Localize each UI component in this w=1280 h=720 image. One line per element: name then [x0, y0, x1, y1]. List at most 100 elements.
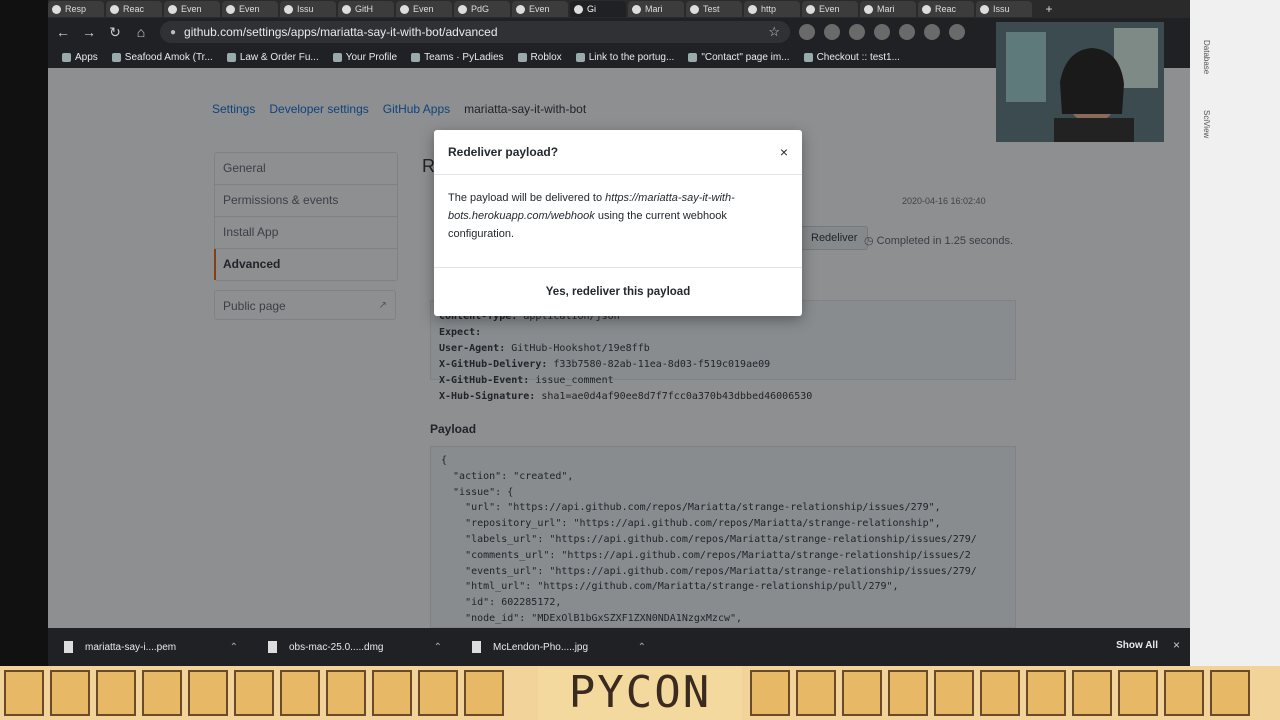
bookmark-item[interactable]: Apps — [62, 52, 98, 63]
file-icon — [64, 641, 73, 653]
chevron-up-icon[interactable]: ⌃ — [230, 642, 238, 653]
reload-button[interactable]: ↻ — [104, 21, 126, 43]
bookmark-icon — [111, 52, 121, 62]
download-item[interactable]: mariatta-say-i....pem ⌃ — [64, 641, 252, 653]
downloads-bar: mariatta-say-i....pem ⌃ obs-mac-25.0....… — [48, 628, 1190, 666]
bookmark-label: Checkout :: test1... — [816, 51, 900, 63]
banner-tile — [280, 670, 320, 716]
download-filename: obs-mac-25.0.....dmg — [289, 641, 384, 653]
github-icon — [806, 4, 815, 14]
extension-icon[interactable] — [899, 24, 915, 40]
browser-tab[interactable]: http — [744, 1, 800, 17]
sciview-panel-tab[interactable]: SciView — [1202, 110, 1211, 138]
new-tab-button[interactable]: + — [1040, 2, 1058, 16]
browser-tab[interactable]: Resp — [48, 1, 104, 17]
url-text[interactable]: github.com/settings/apps/mariatta-say-it… — [184, 25, 768, 39]
bookmark-item[interactable]: Seafood Amok (Tr... — [111, 52, 213, 63]
database-panel-tab[interactable]: Database — [1202, 40, 1211, 74]
dialog-header: Redeliver payload? × — [434, 130, 802, 175]
tab-label: Issu — [297, 4, 314, 14]
pycon-banner: PYCON 2020 — [0, 666, 1280, 720]
browser-tab[interactable]: Even — [396, 1, 452, 17]
browser-tab[interactable]: Issu — [280, 1, 336, 17]
redeliver-dialog: Redeliver payload? × The payload will be… — [434, 130, 802, 316]
banner-tile — [1164, 670, 1204, 716]
browser-tab[interactable]: Even — [512, 1, 568, 17]
bookmark-icon — [517, 52, 527, 62]
home-button[interactable]: ⌂ — [130, 21, 152, 43]
forward-button[interactable]: → — [78, 21, 100, 43]
github-icon — [226, 4, 235, 14]
github-icon — [458, 4, 467, 14]
banner-tile — [1118, 670, 1158, 716]
file-icon — [268, 641, 277, 653]
bookmark-icon — [62, 52, 71, 62]
browser-tab[interactable]: Mari — [628, 1, 684, 17]
banner-tile — [4, 670, 44, 716]
tab-label: http — [761, 4, 777, 14]
github-icon — [110, 4, 119, 14]
extension-icon[interactable] — [799, 24, 815, 40]
bookmark-label: "Contact" page im... — [701, 51, 790, 63]
extension-icon[interactable] — [874, 24, 890, 40]
bookmark-item[interactable]: Teams · PyLadies — [411, 52, 504, 63]
browser-tab[interactable]: GitH — [338, 1, 394, 17]
extension-icon[interactable] — [849, 24, 865, 40]
github-icon — [922, 4, 931, 14]
bookmark-item[interactable]: Checkout :: test1... — [803, 51, 900, 63]
screen-frame: Resp Reac Even Even Issu GitH Even PdG Even Gi Mar… — [0, 0, 1280, 666]
chevron-up-icon[interactable]: ⌃ — [434, 642, 442, 653]
bookmark-item[interactable]: Link to the portug... — [575, 52, 674, 63]
lock-icon: ● — [170, 26, 177, 38]
tab-label: PdG — [471, 4, 490, 14]
github-icon — [632, 4, 641, 14]
browser-tab[interactable]: Even — [222, 1, 278, 17]
bookmark-item[interactable]: "Contact" page im... — [688, 51, 790, 63]
address-bar[interactable]: ● github.com/settings/apps/mariatta-say-… — [160, 21, 790, 43]
browser-tab[interactable]: Reac — [918, 1, 974, 17]
close-icon[interactable]: × — [780, 144, 788, 160]
download-item[interactable]: obs-mac-25.0.....dmg ⌃ — [268, 641, 456, 653]
download-item[interactable]: McLendon-Pho.....jpg ⌃ — [472, 641, 660, 653]
back-button[interactable]: ← — [52, 21, 74, 43]
download-filename: mariatta-say-i....pem — [85, 641, 177, 653]
bookmark-icon — [688, 52, 698, 62]
pycon-logo: PYCON 2020 — [538, 666, 742, 720]
bookmark-icon — [226, 52, 236, 62]
star-icon[interactable]: ☆ — [768, 24, 780, 40]
bookmark-icon — [411, 52, 421, 62]
close-icon[interactable]: × — [1173, 638, 1180, 652]
extension-icon[interactable] — [949, 24, 965, 40]
banner-tile — [418, 670, 458, 716]
tab-label: Reac — [935, 4, 957, 14]
browser-tab[interactable]: Gi — [570, 1, 626, 17]
browser-tab[interactable]: Issu — [976, 1, 1032, 17]
browser-tab[interactable]: Mari — [860, 1, 916, 17]
bookmark-item[interactable]: Law & Order Fu... — [226, 52, 319, 63]
tab-label: Issu — [993, 4, 1010, 14]
extension-icon[interactable] — [824, 24, 840, 40]
banner-tile — [96, 670, 136, 716]
chevron-up-icon[interactable]: ⌃ — [638, 642, 646, 653]
browser-tab[interactable]: Test — [686, 1, 742, 17]
banner-tile — [1072, 670, 1112, 716]
browser-tab[interactable]: PdG — [454, 1, 510, 17]
banner-tile — [188, 670, 228, 716]
banner-tile — [796, 670, 836, 716]
browser-tab[interactable]: Reac — [106, 1, 162, 17]
tab-label: Even — [181, 4, 202, 14]
github-icon — [168, 4, 177, 14]
bookmark-item[interactable]: Roblox — [517, 52, 562, 63]
github-icon — [342, 4, 351, 14]
banner-tile — [750, 670, 790, 716]
tab-label: Reac — [123, 4, 145, 14]
extension-icon[interactable] — [924, 24, 940, 40]
ide-side-panel — [1190, 0, 1280, 666]
banner-tile — [842, 670, 882, 716]
show-all-button[interactable]: Show All — [1116, 640, 1158, 651]
bookmark-item[interactable]: Your Profile — [332, 52, 397, 63]
confirm-redeliver-button[interactable]: Yes, redeliver this payload — [434, 268, 802, 316]
github-icon — [748, 4, 757, 14]
browser-tab[interactable]: Even — [164, 1, 220, 17]
browser-tab[interactable]: Even — [802, 1, 858, 17]
